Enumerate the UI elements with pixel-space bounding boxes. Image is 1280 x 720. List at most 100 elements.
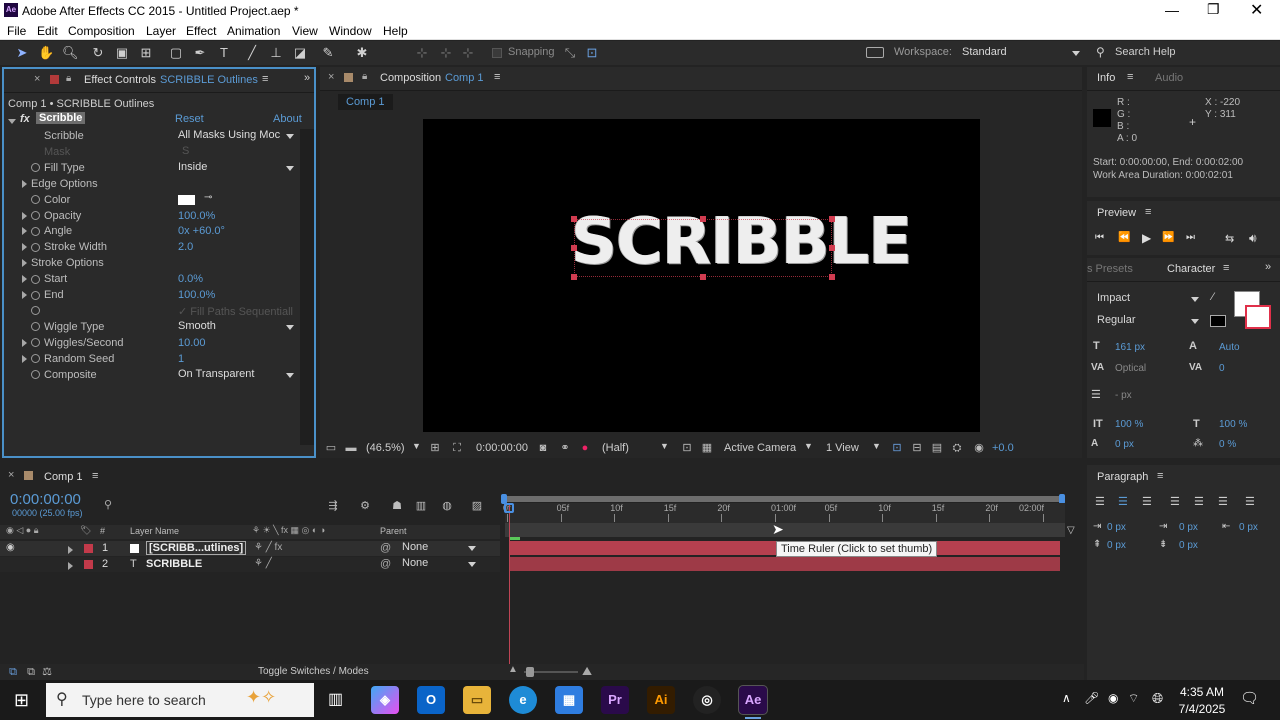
search-help-icon[interactable]: ⚲ [1096,45,1105,59]
toggle-pixel-aspect-icon[interactable]: ⊡ [890,441,904,455]
current-time[interactable]: 0:00:00:00 [476,442,528,454]
character-tab[interactable]: Character [1167,263,1215,275]
camera-dropdown[interactable]: Active Camera [724,442,796,454]
illustrator-icon[interactable]: Ai [647,686,675,714]
color-swatch[interactable]: ⊸ [178,192,212,205]
close-icon[interactable]: ✕ [1250,0,1263,20]
stopwatch-icon[interactable] [31,242,40,252]
expand-panels-icon[interactable]: » [304,72,310,84]
expand-triangle-icon[interactable] [22,291,27,300]
mask-dropdown-disabled[interactable]: S [182,145,300,157]
comp-sub-tab[interactable]: Comp 1 [338,94,393,110]
expand-triangle-icon[interactable] [22,179,27,188]
snap-edge-icon[interactable]: ⤡ [562,45,578,61]
clone-stamp-tool-icon[interactable]: ⊥ [268,45,284,61]
copilot-icon[interactable]: ◈ [371,686,399,714]
stopwatch-icon[interactable] [31,163,40,173]
stopwatch-icon[interactable] [31,211,40,221]
expand-triangle-icon[interactable] [68,560,77,572]
zoom-arrow-icon[interactable]: ▼ [412,441,421,451]
tray-chevron-icon[interactable]: ∧ [1062,691,1071,705]
stopwatch-icon[interactable] [31,370,40,380]
rotate-tool-icon[interactable]: ↻ [90,45,106,61]
prev-frame-icon[interactable]: ⏪ [1118,232,1130,243]
in-out-icon[interactable]: ⚖ [40,665,54,679]
stroke-width-value[interactable]: - px [1115,390,1132,401]
outlook-icon[interactable]: O [417,686,445,714]
snapping-checkbox[interactable] [492,48,502,58]
effect-controls-scrollbar[interactable] [300,129,314,445]
hand-tool-icon[interactable]: ✋ [38,45,54,61]
store-icon[interactable]: ▦ [555,686,583,714]
effect-property-label[interactable]: Color [22,194,70,206]
align-right-icon[interactable]: ☰ [1142,495,1152,508]
effect-property-value[interactable]: 1 [178,353,184,365]
stopwatch-icon[interactable] [31,338,40,348]
eraser-tool-icon[interactable]: ◪ [292,45,308,61]
view-layout-dropdown[interactable]: 1 View [826,442,859,454]
timeline-search-icon[interactable]: ⚲ [104,498,112,511]
search-help-input[interactable]: Search Help [1115,46,1176,58]
graph-editor-icon[interactable]: ▨ [470,499,484,513]
composition-tab-title[interactable]: Composition [380,72,441,84]
effect-property-label[interactable]: Stroke Options [22,257,104,269]
panel-menu-icon[interactable]: ≡ [494,71,500,83]
panel-menu-icon[interactable]: ≡ [1157,470,1163,482]
workspace-dropdown[interactable]: Standard [962,46,1086,61]
mute-icon[interactable]: 🔊︎ [1249,231,1257,246]
lock-icon[interactable]: 🔒︎ [66,73,71,84]
panel-menu-icon[interactable]: ≡ [1145,206,1151,218]
loop-icon[interactable]: ⇆ [1225,232,1234,245]
effects-presets-tab[interactable]: s Presets [1087,263,1133,275]
exposure-value[interactable]: +0.0 [992,442,1014,454]
stopwatch-icon[interactable] [31,354,40,364]
clock-date[interactable]: 7/4/2025 [1176,702,1228,716]
justify-right-icon[interactable]: ☰ [1218,495,1228,508]
menu-help[interactable]: Help [383,24,408,38]
restore-icon[interactable]: ❐ [1207,1,1220,18]
layer-name[interactable]: SCRIBBLE [146,558,202,570]
fill-paths-sequentially-checkbox[interactable]: ✓ Fill Paths Sequentiall [178,305,293,318]
pan-behind-tool-icon[interactable]: ⊞ [138,45,154,61]
shy-layers-icon[interactable]: ☗ [390,499,404,513]
handle-ml[interactable] [571,245,577,251]
indent-right-value[interactable]: 0 px [1239,522,1258,533]
menu-composition[interactable]: Composition [68,24,135,38]
type-tool-icon[interactable]: T [216,45,232,61]
always-preview-icon[interactable]: ▭ [324,441,338,455]
effect-controls-tab-title[interactable]: Effect Controls [84,74,156,86]
effect-property-label[interactable]: Mask [22,146,70,158]
wifi-icon[interactable]: ⌔ [1128,691,1139,706]
close-tab-icon[interactable]: × [328,71,334,83]
effect-property-label[interactable]: Wiggles/Second [22,337,124,349]
expand-triangle-icon[interactable] [22,227,27,236]
stopwatch-icon[interactable] [31,306,40,316]
stopwatch-icon[interactable] [31,226,40,236]
effect-property-value[interactable]: 10.00 [178,337,206,349]
effect-property-value[interactable]: 0x +60.0° [178,225,225,237]
selection-tool-icon[interactable]: ➤ [14,45,30,61]
windows-start-icon[interactable]: ⊞ [14,690,29,711]
effect-property-value[interactable]: 0.0% [178,273,203,285]
camera-arrow-icon[interactable]: ▼ [804,441,813,451]
effect-property-value[interactable]: 100.0% [178,289,215,301]
lock-icon[interactable]: 🔒︎ [362,71,367,82]
menu-animation[interactable]: Animation [227,24,280,38]
justify-left-icon[interactable]: ☰ [1170,495,1180,508]
handle-mr[interactable] [829,245,835,251]
baseline-value[interactable]: 0 px [1115,439,1134,450]
brush-tool-icon[interactable]: ╱ [244,45,260,61]
handle-tl[interactable] [571,216,577,222]
visibility-eye-icon[interactable]: ◉ [6,542,15,553]
effect-property-label[interactable]: Start [22,273,67,285]
reset-exposure-icon[interactable]: ◉ [972,441,986,455]
hscale-value[interactable]: 100 % [1219,419,1247,430]
effect-controls-tab-layer[interactable]: SCRIBBLE Outlines [160,74,258,86]
mask-visibility-icon[interactable]: ⛶ [450,441,464,455]
layer-label-color[interactable] [84,544,93,553]
close-tab-icon[interactable]: × [34,73,40,85]
effect-property-label[interactable]: Angle [22,225,72,237]
font-style-dropdown[interactable]: Regular [1097,314,1205,329]
reset-link[interactable]: Reset [175,113,204,125]
parent-pickwhip-icon[interactable]: @ [380,558,391,570]
